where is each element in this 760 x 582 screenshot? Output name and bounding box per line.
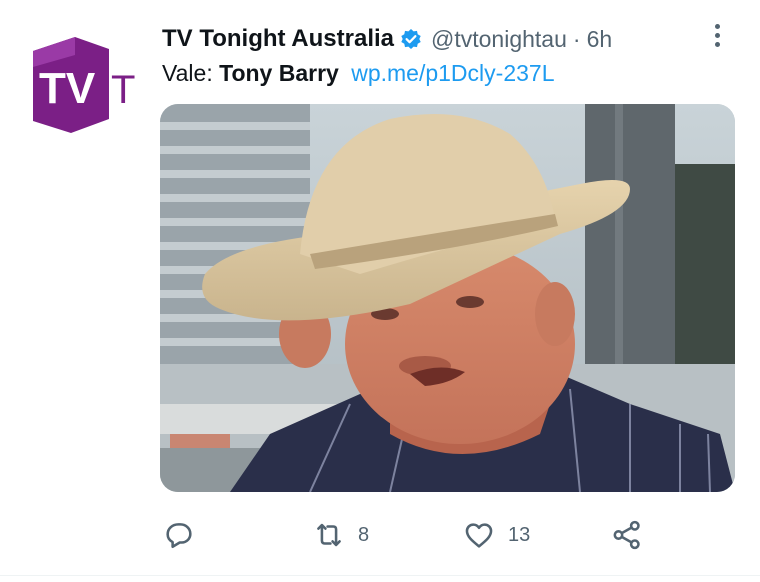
share-icon <box>613 520 640 550</box>
svg-text:TV: TV <box>39 64 96 113</box>
reply-button[interactable] <box>162 515 196 555</box>
retweet-count: 8 <box>358 523 370 546</box>
tweet-text-bold: Tony Barry <box>219 60 339 86</box>
photo-man-in-hat-image <box>160 104 735 492</box>
author-handle[interactable]: @tvtonightau <box>431 26 567 53</box>
retweet-button[interactable]: 8 <box>312 515 369 555</box>
tweet-header: TV Tonight Australia @tvtonightau · 6h <box>162 22 740 56</box>
like-count: 13 <box>508 523 531 546</box>
avatar[interactable]: TV T <box>31 37 135 133</box>
tweet-link[interactable]: wp.me/p1Dcly-237L <box>351 60 554 86</box>
tweet-text-prefix: Vale: <box>162 60 220 86</box>
verified-badge-icon <box>400 28 422 50</box>
reply-icon <box>166 523 192 549</box>
author-name[interactable]: TV Tonight Australia <box>162 25 394 53</box>
like-button[interactable]: 13 <box>462 515 530 555</box>
svg-text:T: T <box>111 68 135 112</box>
action-bar: 8 13 <box>162 515 662 555</box>
tvt-logo-icon: TV T <box>33 37 135 133</box>
divider <box>0 575 760 576</box>
timestamp[interactable]: 6h <box>587 26 613 53</box>
separator-dot: · <box>572 25 581 52</box>
heart-icon <box>465 523 493 548</box>
tweet-text: Vale: Tony Barry wp.me/p1Dcly-237L <box>162 60 554 87</box>
tweet-media-image[interactable] <box>160 104 735 492</box>
retweet-icon <box>317 523 341 547</box>
share-button[interactable] <box>610 515 644 555</box>
more-options-icon[interactable] <box>710 24 724 52</box>
